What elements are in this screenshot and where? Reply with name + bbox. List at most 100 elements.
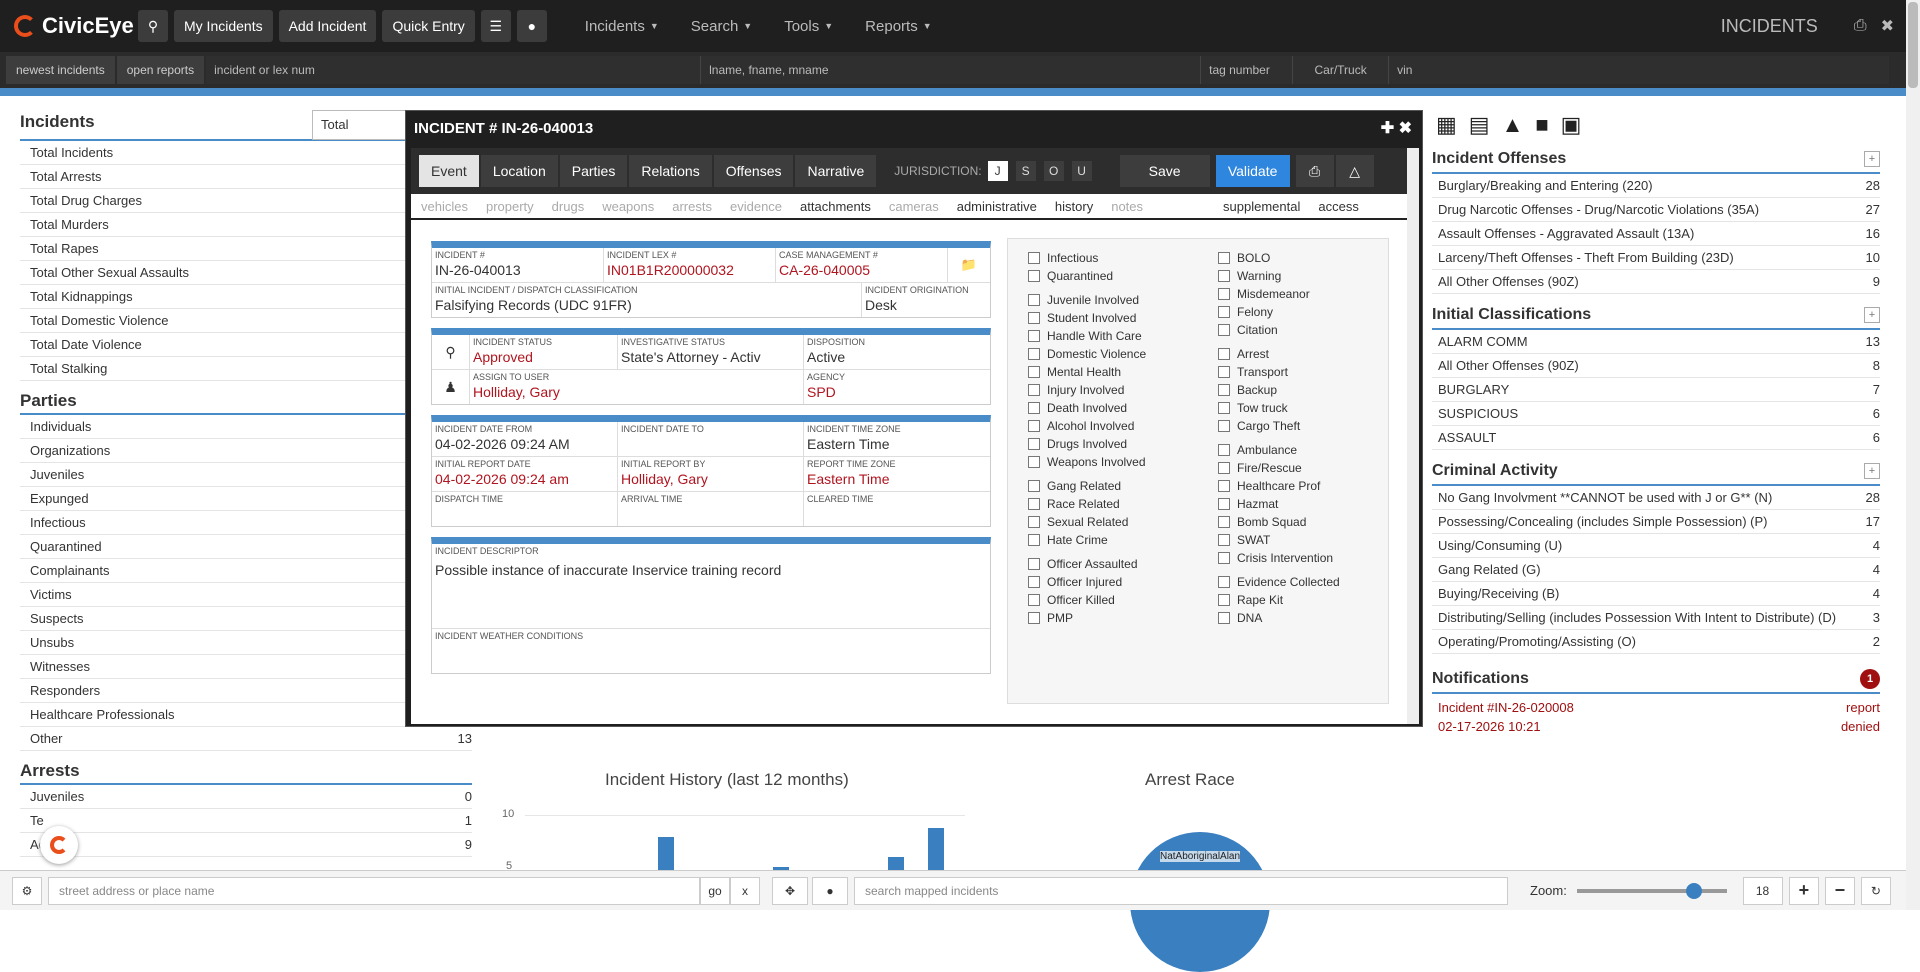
offense-row[interactable]: All Other Offenses (90Z) 9 bbox=[1432, 270, 1880, 294]
checkbox-box[interactable] bbox=[1218, 516, 1230, 528]
report-time-zone-field[interactable]: REPORT TIME ZONE Eastern Time bbox=[804, 457, 990, 491]
flag-checkbox[interactable]: Death Involved bbox=[1028, 401, 1127, 415]
search-button[interactable]: ⚲ bbox=[138, 10, 168, 42]
tab-parties[interactable]: Parties bbox=[559, 155, 628, 187]
zoom-value[interactable]: 18 bbox=[1742, 876, 1783, 905]
mapped-incidents-search[interactable]: search mapped incidents bbox=[854, 876, 1508, 905]
flag-checkbox[interactable]: Race Related bbox=[1028, 497, 1120, 511]
checkbox-box[interactable] bbox=[1028, 312, 1040, 324]
settings-button[interactable]: ⚙ bbox=[12, 876, 42, 905]
checkbox-box[interactable] bbox=[1028, 594, 1040, 606]
refresh-button[interactable]: ↻ bbox=[1860, 876, 1891, 905]
flag-checkbox[interactable]: Rape Kit bbox=[1218, 593, 1283, 607]
criminal-activity-row[interactable]: Buying/Receiving (B) 4 bbox=[1432, 582, 1880, 606]
menu-incidents[interactable]: Incidents ▼ bbox=[585, 18, 659, 35]
flag-checkbox[interactable]: Felony bbox=[1218, 305, 1273, 319]
classification-row[interactable]: ASSAULT 6 bbox=[1432, 426, 1880, 450]
subtab-history[interactable]: history bbox=[1055, 199, 1093, 214]
arrest-stat-row[interactable]: Juveniles 0 bbox=[20, 785, 472, 809]
lex-number-field[interactable]: INCIDENT LEX # IN01B1R200000032 bbox=[604, 248, 776, 282]
flag-checkbox[interactable]: Domestic Violence bbox=[1028, 347, 1146, 361]
weather-conditions-field[interactable]: INCIDENT WEATHER CONDITIONS bbox=[432, 629, 990, 673]
flag-checkbox[interactable]: Infectious bbox=[1028, 251, 1098, 265]
map-marker-button[interactable]: ● bbox=[516, 10, 547, 42]
print-icon[interactable]: ⎙ bbox=[1854, 17, 1867, 35]
flag-checkbox[interactable]: Ambulance bbox=[1218, 443, 1297, 457]
case-management-field[interactable]: CASE MANAGEMENT # CA-26-040005 bbox=[776, 248, 948, 282]
checkbox-box[interactable] bbox=[1028, 576, 1040, 588]
checkbox-box[interactable] bbox=[1028, 252, 1040, 264]
expand-plus-icon[interactable]: + bbox=[1864, 307, 1880, 323]
menu-reports[interactable]: Reports ▼ bbox=[865, 18, 931, 35]
checkbox-box[interactable] bbox=[1218, 594, 1230, 606]
classification-row[interactable]: ALARM COMM 13 bbox=[1432, 330, 1880, 354]
notification-item[interactable]: Incident #IN-26-020008 report bbox=[1432, 698, 1880, 717]
zoom-slider[interactable] bbox=[1576, 882, 1727, 899]
incident-status-field[interactable]: INCIDENT STATUS Approved bbox=[470, 335, 618, 369]
checkbox-box[interactable] bbox=[1218, 252, 1230, 264]
checkbox-box[interactable] bbox=[1218, 444, 1230, 456]
checkbox-box[interactable] bbox=[1028, 558, 1040, 570]
modal-scrollbar[interactable] bbox=[1407, 148, 1419, 724]
flag-checkbox[interactable]: Student Involved bbox=[1028, 311, 1136, 325]
address-search-input[interactable]: street address or place name bbox=[48, 876, 700, 905]
flag-checkbox[interactable]: Mental Health bbox=[1028, 365, 1121, 379]
offense-row[interactable]: Assault Offenses - Aggravated Assault (1… bbox=[1432, 222, 1880, 246]
clear-button[interactable]: x bbox=[730, 876, 760, 905]
subtab-evidence[interactable]: evidence bbox=[730, 199, 782, 214]
tab-event[interactable]: Event bbox=[419, 155, 479, 187]
checkbox-box[interactable] bbox=[1028, 402, 1040, 414]
criminal-activity-row[interactable]: Distributing/Selling (includes Possessio… bbox=[1432, 606, 1880, 630]
print-button[interactable]: ⎙ bbox=[1295, 155, 1334, 187]
section-title[interactable]: INCIDENTS bbox=[1721, 16, 1818, 37]
date-from-field[interactable]: INCIDENT DATE FROM 04-02-2026 09:24 AM bbox=[432, 422, 618, 456]
time-zone-field[interactable]: INCIDENT TIME ZONE Eastern Time bbox=[804, 422, 990, 456]
zoom-out-button[interactable]: − bbox=[1824, 876, 1855, 905]
notification-incident[interactable]: Incident #IN-26-020008 bbox=[1438, 698, 1574, 717]
jurisdiction-u[interactable]: U bbox=[1071, 161, 1092, 181]
cleared-time-field[interactable]: CLEARED TIME bbox=[804, 492, 990, 526]
car-truck-select[interactable]: Car/Truck bbox=[1293, 56, 1390, 84]
subtab-cameras[interactable]: cameras bbox=[889, 199, 939, 214]
stat-type-select[interactable]: Total bbox=[312, 110, 412, 140]
locate-button[interactable]: ✥ bbox=[772, 876, 808, 905]
my-incidents-button[interactable]: My Incidents bbox=[174, 10, 273, 42]
assign-user-field[interactable]: ASSIGN TO USER Holliday, Gary bbox=[470, 370, 804, 404]
dispatch-time-field[interactable]: DISPATCH TIME bbox=[432, 492, 618, 526]
folder-button[interactable]: 📁 bbox=[948, 248, 990, 282]
subtab-weapons[interactable]: weapons bbox=[602, 199, 654, 214]
close-icon[interactable]: ✖ bbox=[1881, 16, 1894, 36]
subtab-property[interactable]: property bbox=[486, 199, 534, 214]
report-icon[interactable]: ▣ bbox=[1561, 112, 1582, 138]
flag-checkbox[interactable]: Officer Killed bbox=[1028, 593, 1115, 607]
flag-checkbox[interactable]: Gang Related bbox=[1028, 479, 1121, 493]
criminal-activity-row[interactable]: Gang Related (G) 4 bbox=[1432, 558, 1880, 582]
checkbox-box[interactable] bbox=[1028, 294, 1040, 306]
subtab-administrative[interactable]: administrative bbox=[957, 199, 1037, 214]
checkbox-box[interactable] bbox=[1218, 552, 1230, 564]
classification-row[interactable]: BURGLARY 7 bbox=[1432, 378, 1880, 402]
flag-checkbox[interactable]: Juvenile Involved bbox=[1028, 293, 1139, 307]
flag-checkbox[interactable]: Alcohol Involved bbox=[1028, 419, 1134, 433]
classification-row[interactable]: SUSPICIOUS 6 bbox=[1432, 402, 1880, 426]
incident-number-input[interactable]: incident or lex num bbox=[206, 56, 702, 84]
tab-offenses[interactable]: Offenses bbox=[713, 155, 794, 187]
flag-checkbox[interactable]: Evidence Collected bbox=[1218, 575, 1340, 589]
checkbox-box[interactable] bbox=[1028, 498, 1040, 510]
flag-checkbox[interactable]: BOLO bbox=[1218, 251, 1270, 265]
checkbox-box[interactable] bbox=[1218, 402, 1230, 414]
checkbox-box[interactable] bbox=[1218, 462, 1230, 474]
tab-location[interactable]: Location bbox=[480, 155, 558, 187]
quick-entry-button[interactable]: Quick Entry bbox=[382, 10, 475, 42]
tag-number-input[interactable]: tag number bbox=[1201, 56, 1294, 84]
criminal-activity-row[interactable]: Possessing/Concealing (includes Simple P… bbox=[1432, 510, 1880, 534]
flag-checkbox[interactable]: Tow truck bbox=[1218, 401, 1288, 415]
flag-checkbox[interactable]: Hazmat bbox=[1218, 497, 1278, 511]
user-icon[interactable]: ♟ bbox=[432, 370, 470, 404]
flag-checkbox[interactable]: Arrest bbox=[1218, 347, 1269, 361]
jurisdiction-o[interactable]: O bbox=[1043, 161, 1064, 181]
incident-number-field[interactable]: INCIDENT # IN-26-040013 bbox=[432, 248, 604, 282]
flag-checkbox[interactable]: Officer Injured bbox=[1028, 575, 1122, 589]
criminal-activity-row[interactable]: Operating/Promoting/Assisting (O) 2 bbox=[1432, 630, 1880, 654]
checkbox-box[interactable] bbox=[1028, 270, 1040, 282]
